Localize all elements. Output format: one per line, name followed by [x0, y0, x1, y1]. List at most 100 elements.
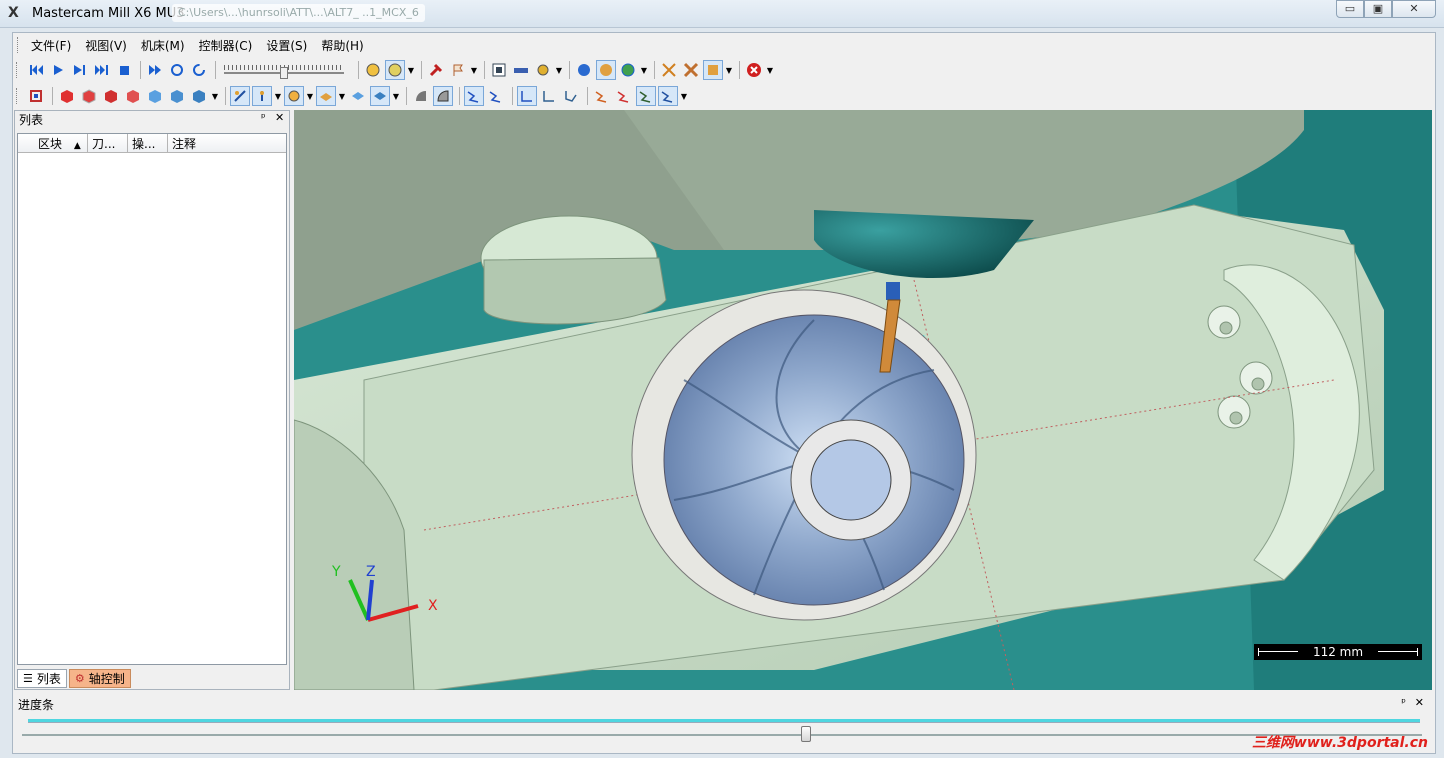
toolbar-separator: [225, 87, 226, 105]
menu-help[interactable]: 帮助(H): [314, 35, 370, 55]
sphere-view-icon[interactable]: [574, 60, 594, 80]
cube-iso-icon[interactable]: [57, 86, 77, 106]
tab-axis-control[interactable]: ⚙ 轴控制: [68, 669, 131, 688]
globe-icon[interactable]: [618, 60, 638, 80]
tab-list[interactable]: ☰ 列表: [17, 669, 67, 688]
axis-rotate-icon[interactable]: [561, 86, 581, 106]
path-color-icon[interactable]: [592, 86, 612, 106]
workpiece-display-icon[interactable]: [316, 86, 336, 106]
dropdown-arrow-icon[interactable]: ▼: [640, 60, 648, 80]
minimize-button[interactable]: ▭: [1336, 0, 1364, 18]
fit-view-icon[interactable]: [26, 86, 46, 106]
cube-right-icon[interactable]: [123, 86, 143, 106]
settings-gear-icon[interactable]: [533, 60, 553, 80]
menu-machine[interactable]: 机床(M): [134, 35, 192, 55]
toolbar-separator: [569, 61, 570, 79]
stop-error-icon[interactable]: [744, 60, 764, 80]
grid-select-icon[interactable]: [703, 60, 723, 80]
dropdown-arrow-icon[interactable]: ▼: [392, 86, 400, 106]
dropdown-arrow-icon[interactable]: ▼: [306, 86, 314, 106]
speed-slider[interactable]: [224, 63, 344, 79]
menu-settings[interactable]: 设置(S): [259, 35, 314, 55]
skip-forward-icon[interactable]: [145, 60, 165, 80]
grid-snap-icon[interactable]: [659, 60, 679, 80]
progress-slider-knob[interactable]: [801, 726, 811, 742]
column-header-block[interactable]: 区块 ▲: [18, 134, 88, 152]
play-icon[interactable]: [48, 60, 68, 80]
toolbar-grip[interactable]: [16, 88, 20, 104]
column-header-comment[interactable]: 注释: [168, 134, 286, 152]
list-panel-header: 列表 ᵖ ✕: [15, 111, 289, 127]
axis-path-icon[interactable]: [517, 86, 537, 106]
close-window-button[interactable]: ✕: [1392, 0, 1436, 18]
dropdown-arrow-icon[interactable]: ▼: [338, 86, 346, 106]
cube-back-icon[interactable]: [167, 86, 187, 106]
dropdown-arrow-icon[interactable]: ▼: [680, 86, 688, 106]
dropdown-arrow-icon[interactable]: ▼: [407, 60, 415, 80]
view-window-icon[interactable]: [489, 60, 509, 80]
measure-icon[interactable]: [511, 60, 531, 80]
menu-file[interactable]: 文件(F): [24, 35, 78, 55]
close-panel-icon[interactable]: ✕: [275, 111, 284, 124]
maximize-button[interactable]: ▣: [1364, 0, 1392, 18]
cube-bottom-icon[interactable]: [189, 86, 209, 106]
dropdown-arrow-icon[interactable]: ▼: [470, 60, 478, 80]
toolbar-separator: [587, 87, 588, 105]
speed-mode-icon[interactable]: [363, 60, 383, 80]
toolbar-separator: [358, 61, 359, 79]
grid-snap-alt-icon[interactable]: [681, 60, 701, 80]
rewind-start-icon[interactable]: [26, 60, 46, 80]
loop-icon[interactable]: [167, 60, 187, 80]
cube-front-icon[interactable]: [101, 86, 121, 106]
dropdown-arrow-icon[interactable]: ▼: [274, 86, 282, 106]
holder-display-icon[interactable]: [252, 86, 272, 106]
impeller-workpiece: [631, 289, 977, 621]
refresh-icon[interactable]: [189, 60, 209, 80]
machine-display-icon[interactable]: [370, 86, 390, 106]
dropdown-arrow-icon[interactable]: ▼: [211, 86, 219, 106]
flag-icon[interactable]: [448, 60, 468, 80]
path-color-select-alt-icon[interactable]: [658, 86, 678, 106]
title-bar: X Mastercam Mill X6 MU3 C:\Users\...\hun…: [0, 0, 1444, 28]
dropdown-arrow-icon[interactable]: ▼: [555, 60, 563, 80]
progress-slider-track[interactable]: [22, 734, 1422, 736]
menu-controller[interactable]: 控制器(C): [192, 35, 260, 55]
speed-mode-alt-icon[interactable]: [385, 60, 405, 80]
dropdown-arrow-icon[interactable]: ▼: [766, 60, 774, 80]
toolpath-icon[interactable]: [464, 86, 484, 106]
column-header-operation[interactable]: 操...: [128, 134, 168, 152]
list-column-headers: 区块 ▲ 刀... 操... 注释: [18, 134, 286, 153]
dropdown-arrow-icon[interactable]: ▼: [725, 60, 733, 80]
toolbar-separator: [406, 87, 407, 105]
path-color-select-icon[interactable]: [636, 86, 656, 106]
progress-pin-icon[interactable]: ᵖ: [1401, 696, 1406, 709]
collision-pin-icon[interactable]: [426, 60, 446, 80]
cube-top-icon[interactable]: [79, 86, 99, 106]
menubar-grip[interactable]: [17, 37, 21, 53]
stock-display-icon[interactable]: [284, 86, 304, 106]
toolbar-separator: [654, 61, 655, 79]
stop-icon[interactable]: [114, 60, 134, 80]
simulation-viewport[interactable]: X Y Z 112 mm: [294, 110, 1432, 690]
path-color-alt-icon[interactable]: [614, 86, 634, 106]
fast-forward-end-icon[interactable]: [92, 60, 112, 80]
speed-slider-knob[interactable]: [280, 67, 288, 79]
toolbar-grip[interactable]: [16, 62, 20, 78]
step-forward-icon[interactable]: [70, 60, 90, 80]
column-header-tool[interactable]: 刀...: [88, 134, 128, 152]
list-icon: ☰: [23, 672, 33, 685]
toolbar-separator: [484, 61, 485, 79]
tool-display-icon[interactable]: [230, 86, 250, 106]
fixture-display-icon[interactable]: [348, 86, 368, 106]
block-list[interactable]: 区块 ▲ 刀... 操... 注释: [17, 133, 287, 665]
toolpath-alt-icon[interactable]: [486, 86, 506, 106]
shaded-solid-icon[interactable]: [411, 86, 431, 106]
axis-path-alt-icon[interactable]: [539, 86, 559, 106]
cube-left-icon[interactable]: [145, 86, 165, 106]
sphere-shaded-icon[interactable]: [596, 60, 616, 80]
tab-list-label: 列表: [36, 672, 61, 686]
shaded-wire-icon[interactable]: [433, 86, 453, 106]
pin-icon[interactable]: ᵖ: [261, 111, 266, 124]
menu-view[interactable]: 视图(V): [78, 35, 134, 55]
progress-close-icon[interactable]: ✕: [1415, 696, 1424, 709]
